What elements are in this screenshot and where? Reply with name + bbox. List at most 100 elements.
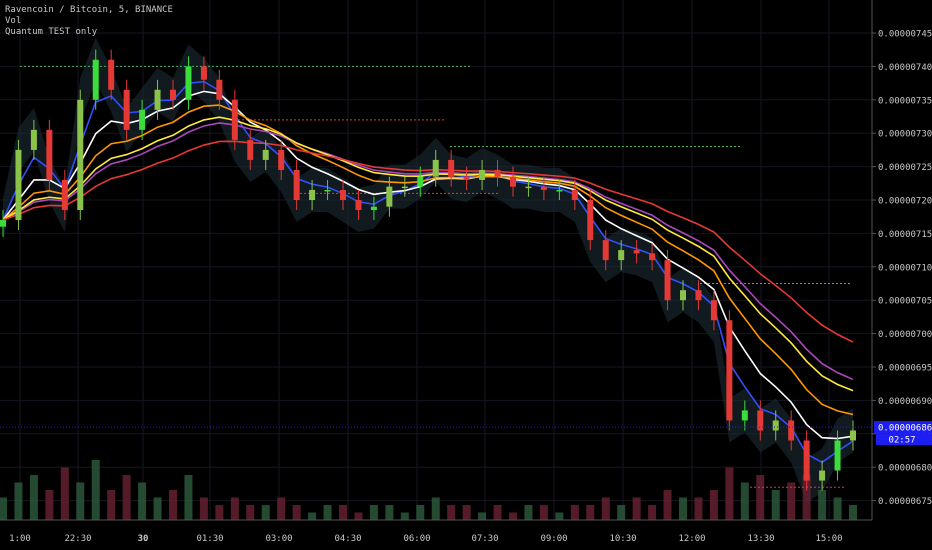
candle-body <box>448 159 455 177</box>
volume-bar <box>478 512 487 520</box>
candle-body <box>231 99 238 140</box>
price-tick-label: 0.00000680 <box>878 464 932 474</box>
time-tick-label: 12:00 <box>678 534 705 544</box>
price-tick-label: 0.00000695 <box>878 364 932 374</box>
candle-body <box>710 300 717 321</box>
candle-body <box>680 290 686 301</box>
volume-bar <box>323 505 332 520</box>
price-tick-label: 0.00000715 <box>878 230 932 240</box>
price-tick-label: 0.00000700 <box>878 330 932 340</box>
candle-body <box>154 89 161 110</box>
candle-body <box>602 240 609 261</box>
candle-body <box>324 189 331 192</box>
volume-bar <box>138 482 147 520</box>
time-tick-label: 10:30 <box>609 534 636 544</box>
candle-body <box>772 420 779 431</box>
quantum-indicator-label[interactable]: Quantum TEST only <box>5 27 173 38</box>
volume-bar <box>416 505 425 520</box>
price-tick-label: 0.00000690 <box>878 397 932 407</box>
price-tick-label: 0.00000675 <box>878 497 932 507</box>
time-tick-label: 09:00 <box>540 534 567 544</box>
volume-bar <box>462 505 471 520</box>
time-tick-label: 06:00 <box>403 534 430 544</box>
time-tick-label: 1:00 <box>9 534 31 544</box>
candle-body <box>571 189 578 200</box>
volume-bar <box>230 497 239 520</box>
volume-bar <box>14 482 23 520</box>
volume-bar <box>709 490 718 520</box>
candle-body <box>525 186 532 189</box>
volume-bar <box>277 497 286 520</box>
price-chart[interactable]: 0.00000745 0.00000740 0.00000735 0.00000730… <box>0 0 932 550</box>
candle-body <box>355 200 362 211</box>
candle-body <box>788 420 795 441</box>
price-tick-label: 0.00000710 <box>878 263 932 273</box>
time-tick-label: 04:30 <box>334 534 361 544</box>
price-tick-label: 0.00000720 <box>878 197 932 207</box>
volume-bar <box>849 505 857 520</box>
candle <box>77 89 84 221</box>
volume-bar <box>787 482 796 520</box>
volume-bar <box>740 482 749 520</box>
candle-body <box>494 169 501 177</box>
volume-indicator-label[interactable]: Vol <box>5 16 173 27</box>
volume-bar <box>0 497 7 520</box>
symbol-title[interactable]: Ravencoin / Bitcoin, 5, BINANCE <box>5 5 173 16</box>
volume-bar <box>539 505 548 520</box>
volume-bar <box>493 505 502 520</box>
candle-body <box>695 290 702 301</box>
volume-bar <box>215 505 224 520</box>
volume-bar <box>524 505 533 520</box>
volume-bar <box>694 497 703 520</box>
candle-body <box>510 176 516 187</box>
volume-bar <box>400 512 409 520</box>
candle-body <box>540 186 547 190</box>
time-tick-label: 01:30 <box>196 534 223 544</box>
candle-body <box>216 79 223 100</box>
volume-bar <box>586 505 595 520</box>
volume-bar <box>261 505 270 520</box>
volume-bar <box>385 505 394 520</box>
candle-body <box>587 200 594 241</box>
candle-body <box>309 189 316 200</box>
countdown-label: 02:57 <box>888 436 915 446</box>
volume-bar <box>153 497 162 520</box>
volume-bar <box>91 460 100 520</box>
volume-bar <box>570 505 579 520</box>
candle-body <box>278 149 285 170</box>
volume-bar <box>308 512 317 520</box>
candle-body <box>15 149 22 221</box>
time-tick-label: 03:00 <box>265 534 292 544</box>
volume-bar <box>169 490 177 520</box>
volume-bar <box>447 505 456 520</box>
candle-body <box>30 129 37 150</box>
volume-bar <box>354 512 363 520</box>
chart-container[interactable]: 0.00000745 0.00000740 0.00000735 0.00000730… <box>0 0 932 550</box>
candle-body <box>463 176 470 180</box>
candle-body <box>139 109 146 130</box>
price-tick-label: 0.00000735 <box>878 96 932 106</box>
price-tick-label: 0.00000740 <box>878 63 932 73</box>
price-cloud <box>3 37 853 503</box>
time-tick-label: 22:30 <box>64 534 91 544</box>
last-price-label: 0.00000686 <box>878 424 932 434</box>
candle-body <box>340 189 346 200</box>
volume-bar <box>45 490 54 520</box>
time-tick-label: 30 <box>138 534 149 544</box>
candle-body <box>185 66 192 100</box>
candle-body <box>401 186 408 189</box>
candle-body <box>0 220 6 227</box>
price-tick-label: 0.00000705 <box>878 297 932 307</box>
volume-bar <box>617 505 626 520</box>
volume-bar <box>756 475 765 520</box>
price-tick-label: 0.00000745 <box>878 30 932 40</box>
candle-body <box>108 59 115 90</box>
volume-bar <box>648 505 657 520</box>
volume-bar <box>107 490 116 520</box>
volume-bar <box>833 497 842 520</box>
candle <box>15 139 22 231</box>
time-tick-label: 07:30 <box>471 534 498 544</box>
volume-bar <box>292 505 301 520</box>
volume-bar <box>60 467 69 520</box>
time-tick-label: 15:00 <box>815 534 842 544</box>
